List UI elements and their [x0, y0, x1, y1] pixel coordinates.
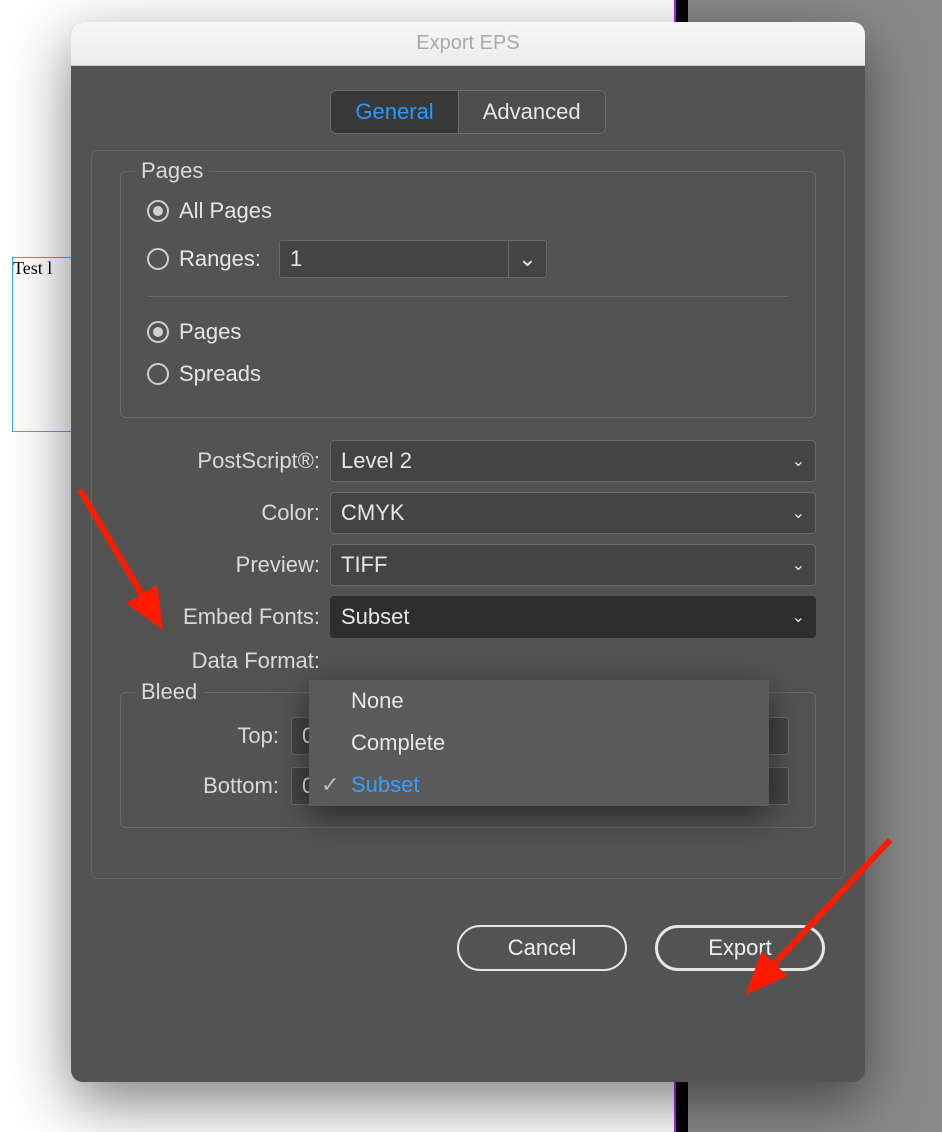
- embed-fonts-label: Embed Fonts:: [120, 604, 320, 630]
- color-label: Color:: [120, 500, 320, 526]
- dialog-titlebar: Export EPS: [71, 22, 865, 66]
- bleed-bottom-label: Bottom:: [147, 773, 283, 799]
- tab-advanced-label: Advanced: [483, 99, 581, 124]
- radio-ranges-indicator: [147, 248, 169, 270]
- tab-general[interactable]: General: [331, 91, 458, 133]
- postscript-select[interactable]: Level 2 ⌄: [330, 440, 816, 482]
- radio-all-pages-label: All Pages: [179, 198, 272, 224]
- radio-spreads[interactable]: Spreads: [147, 353, 789, 395]
- radio-ranges-label: Ranges:: [179, 246, 261, 272]
- pages-fieldset: Pages All Pages Ranges: ⌄: [120, 171, 816, 418]
- radio-spreads-indicator: [147, 363, 169, 385]
- chevron-down-icon: ⌄: [792, 607, 805, 627]
- radio-pages[interactable]: Pages: [147, 311, 789, 353]
- embed-fonts-option-none[interactable]: None: [309, 680, 769, 722]
- radio-pages-indicator: [147, 321, 169, 343]
- export-button[interactable]: Export: [655, 925, 825, 971]
- postscript-label: PostScript®:: [120, 448, 320, 474]
- ranges-input[interactable]: [279, 240, 509, 278]
- color-select[interactable]: CMYK ⌄: [330, 492, 816, 534]
- chevron-down-icon: ⌄: [792, 555, 805, 575]
- color-value: CMYK: [341, 500, 405, 526]
- dialog-title: Export EPS: [416, 32, 519, 55]
- radio-all-pages[interactable]: All Pages: [147, 190, 789, 232]
- tab-advanced[interactable]: Advanced: [459, 91, 605, 133]
- cancel-button[interactable]: Cancel: [457, 925, 627, 971]
- divider: [147, 296, 789, 297]
- chevron-down-icon: ⌄: [518, 246, 536, 272]
- segmented-control: General Advanced: [330, 90, 605, 134]
- embed-fonts-dropdown: None Complete ✓ Subset: [309, 680, 769, 806]
- embed-fonts-value: Subset: [341, 604, 410, 630]
- radio-all-pages-indicator: [147, 200, 169, 222]
- preview-select[interactable]: TIFF ⌄: [330, 544, 816, 586]
- option-label: None: [351, 688, 404, 714]
- radio-ranges[interactable]: Ranges: ⌄: [147, 232, 789, 286]
- bleed-top-label: Top:: [147, 723, 283, 749]
- bleed-legend: Bleed: [135, 679, 203, 705]
- export-eps-dialog: Export EPS General Advanced Pages All Pa…: [71, 22, 865, 1082]
- export-button-label: Export: [708, 935, 772, 960]
- preview-value: TIFF: [341, 552, 387, 578]
- embed-fonts-option-subset[interactable]: ✓ Subset: [309, 764, 769, 806]
- preview-label: Preview:: [120, 552, 320, 578]
- text-frame[interactable]: Test l: [12, 257, 72, 432]
- cancel-button-label: Cancel: [508, 935, 576, 960]
- tab-bar: General Advanced: [91, 66, 845, 150]
- ranges-dropdown-button[interactable]: ⌄: [509, 240, 547, 278]
- chevron-down-icon: ⌄: [792, 503, 805, 523]
- radio-pages-label: Pages: [179, 319, 241, 345]
- pages-legend: Pages: [135, 158, 209, 184]
- tab-general-label: General: [355, 99, 433, 124]
- text-frame-content: Test l: [13, 258, 52, 278]
- radio-spreads-label: Spreads: [179, 361, 261, 387]
- postscript-value: Level 2: [341, 448, 412, 474]
- embed-fonts-option-complete[interactable]: Complete: [309, 722, 769, 764]
- option-label: Subset: [351, 772, 420, 798]
- data-format-label: Data Format:: [120, 648, 320, 674]
- check-icon: ✓: [321, 772, 343, 798]
- embed-fonts-select[interactable]: Subset ⌄: [330, 596, 816, 638]
- chevron-down-icon: ⌄: [792, 451, 805, 471]
- option-label: Complete: [351, 730, 445, 756]
